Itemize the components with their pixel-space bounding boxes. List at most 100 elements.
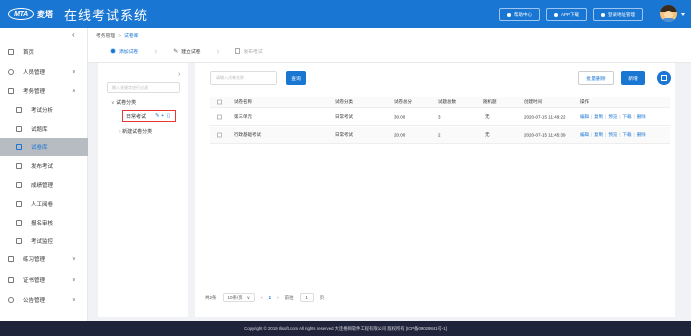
sidebar-item-label: 考试分析 (31, 108, 54, 114)
sidebar-item-certificate[interactable]: 证书管理 ∨ (0, 271, 88, 289)
logo-mark: MTA (8, 8, 34, 20)
sidebar-item-practice[interactable]: 练习管理 ∨ (0, 250, 88, 268)
random-questions: 无 (485, 132, 490, 137)
sidebar-item-signup-review[interactable]: 报名审核 (0, 214, 88, 232)
address-icon (601, 12, 605, 17)
sidebar-item-grading[interactable]: 人工阅卷 (0, 195, 88, 213)
row-checkbox[interactable] (217, 132, 222, 138)
preview-link[interactable]: 预览 (608, 132, 617, 137)
pencil-icon: ✎ (173, 48, 179, 55)
active-step-icon (110, 48, 116, 54)
score-icon (16, 182, 22, 188)
column-header: 操作 (580, 99, 589, 104)
add-icon[interactable]: + (161, 113, 164, 119)
question-bank-icon (16, 126, 22, 132)
sidebar-item-exam-monitor[interactable]: 考试监控 (0, 232, 88, 250)
tree-filter-input[interactable]: 输入关键字进行过滤 (107, 82, 180, 93)
goto-suffix: 页 (319, 294, 325, 300)
collapse-sidebar-icon[interactable]: ‹ (72, 30, 75, 39)
sidebar-item-home[interactable]: 首页 (0, 43, 88, 61)
login-address-label: 登录地址管理 (608, 11, 635, 17)
paper-name: 行政基础考试 (234, 132, 261, 137)
login-address-button[interactable]: 登录地址管理 (593, 8, 643, 21)
delete-icon[interactable]: ▯ (167, 113, 170, 119)
delete-link[interactable]: 删除 (637, 132, 646, 137)
prev-page-button[interactable]: ‹ (261, 295, 263, 300)
sidebar-item-notice[interactable]: 公告管理 ∨ (0, 291, 88, 309)
next-page-button[interactable]: › (277, 295, 279, 300)
preview-link[interactable]: 预览 (608, 114, 617, 119)
help-center-label: 帮助中心 (513, 11, 532, 17)
paper-bank-icon (16, 144, 22, 150)
signup-icon (16, 220, 22, 226)
fullscreen-button[interactable] (657, 71, 671, 85)
exam-icon (8, 88, 14, 94)
sidebar-item-exam-analysis[interactable]: 考试分析 (0, 101, 88, 119)
sidebar-item-publish-exam[interactable]: 发布考试 (0, 157, 88, 175)
chevron-up-icon: ∧ (72, 88, 76, 94)
tree-node-selected[interactable]: 日常考试 ✎ + ▯ (122, 110, 176, 122)
page-size-select[interactable]: 10条/页 ∨ (222, 293, 256, 302)
avatar[interactable] (660, 5, 677, 22)
collapse-tree-icon[interactable]: › (178, 71, 180, 78)
column-header: 试卷分类 (335, 99, 353, 104)
paper-score: 20.00 (394, 132, 406, 138)
person-icon (8, 69, 14, 75)
page-size-value: 10条/页 (227, 294, 243, 300)
logo[interactable]: MTA 麦塔 (8, 8, 53, 20)
search-button[interactable]: 查询 (286, 71, 306, 85)
caret-down-icon[interactable] (681, 13, 685, 16)
copy-link[interactable]: 复制 (594, 132, 603, 137)
sidebar-item-label: 发布考试 (31, 164, 54, 170)
tree-add-category[interactable]: › 新建试卷分类 (119, 128, 152, 135)
certificate-icon (8, 277, 14, 283)
column-header: 试卷总分 (394, 99, 412, 104)
column-header: 试卷名称 (234, 99, 252, 104)
document-icon (235, 48, 241, 54)
download-link[interactable]: 下载 (623, 132, 632, 137)
table-row[interactable]: 行政基础考试 日常考试 20.00 2 无 2020-07-15 11:45:3… (210, 127, 670, 144)
sidebar-item-label: 人员管理 (23, 70, 46, 76)
sidebar-item-exam-affairs[interactable]: 考务管理 ∧ (0, 82, 88, 100)
copy-link[interactable]: 复制 (594, 114, 603, 119)
sidebar-item-personnel[interactable]: 人员管理 ∨ (0, 63, 88, 81)
sidebar-item-label: 报名审核 (31, 221, 54, 227)
goto-page-input[interactable]: 1 (299, 293, 314, 302)
breadcrumb-current: 试卷库 (124, 34, 139, 39)
tree-root[interactable]: ∨ 试卷分类 (111, 99, 136, 106)
sidebar: ‹ 首页 人员管理 ∨ 考务管理 ∧ 考试分析 试题库 试卷库 发布考试 成绩管理 … (0, 28, 88, 321)
paper-list-panel: 请输入试卷名称 查询 批量删除 新增 试卷名称 试卷分类 试卷总分 试题总数 随… (195, 63, 675, 317)
sidebar-item-score[interactable]: 成绩管理 (0, 176, 88, 194)
download-link[interactable]: 下载 (623, 114, 632, 119)
column-header: 创建时间 (524, 99, 542, 104)
paper-name-search-input[interactable]: 请输入试卷名称 (210, 71, 277, 85)
edit-link[interactable]: 编辑 (580, 132, 589, 137)
sidebar-item-question-bank[interactable]: 试题库 (0, 120, 88, 138)
monitor-icon (16, 238, 22, 244)
analysis-icon (16, 107, 22, 113)
logo-brand: 麦塔 (37, 9, 53, 19)
row-checkbox[interactable] (217, 114, 222, 120)
paper-name: 第三单元 (234, 114, 252, 119)
step-add-paper[interactable]: 添加试卷 (110, 48, 138, 55)
step-publish-exam[interactable]: 发布考试 (235, 48, 263, 55)
page-number-current[interactable]: 1 (269, 295, 272, 300)
add-paper-button[interactable]: 新增 (621, 71, 645, 85)
sidebar-item-label: 公告管理 (23, 298, 46, 304)
column-header: 试题总数 (438, 99, 456, 104)
paper-category: 日常考试 (335, 114, 353, 119)
sidebar-item-paper-bank[interactable]: 试卷库 (0, 138, 88, 156)
tree-root-label: 试卷分类 (116, 100, 137, 106)
app-download-button[interactable]: APP下载 (545, 8, 587, 21)
edit-icon[interactable]: ✎ (155, 113, 160, 119)
select-all-checkbox[interactable] (217, 99, 222, 105)
batch-delete-button[interactable]: 批量删除 (578, 71, 614, 85)
help-center-button[interactable]: 帮助中心 (498, 8, 540, 21)
row-operations: 编辑 | 复制 | 预览 | 下载 | 删除 (580, 114, 646, 119)
tree-add-label: 新建试卷分类 (122, 129, 153, 135)
step-build-paper[interactable]: ✎ 建立试卷 (173, 48, 200, 55)
edit-link[interactable]: 编辑 (580, 114, 589, 119)
delete-link[interactable]: 删除 (637, 114, 646, 119)
table-row[interactable]: 第三单元 日常考试 30.00 3 无 2020-07-15 11:49:22 … (210, 109, 670, 126)
breadcrumb-parent[interactable]: 考务管理 (96, 34, 115, 39)
